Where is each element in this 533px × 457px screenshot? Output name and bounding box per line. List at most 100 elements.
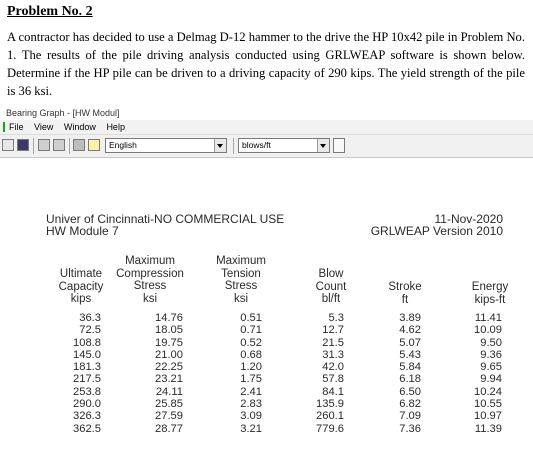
menu-window[interactable]: Window (64, 122, 96, 132)
chevron-down-icon[interactable] (317, 139, 329, 152)
menu-bar: File View Window Help (0, 120, 533, 135)
cell-compression-stress: 21.00 (155, 348, 183, 361)
cell-energy: 10.55 (474, 398, 502, 411)
cell-stroke: 6.18 (399, 373, 421, 386)
cell-energy: 10.09 (474, 324, 502, 337)
cell-blow-count: 42.0 (322, 361, 344, 374)
cell-tension-stress: 3.21 (240, 422, 262, 435)
cell-tension-stress: 0.71 (240, 324, 262, 337)
unit-system-value: English (109, 140, 137, 150)
cell-energy: 9.36 (480, 348, 502, 361)
toolbar: English blows/ft (0, 135, 533, 158)
cell-tension-stress: 0.51 (240, 312, 262, 324)
cell-energy: 10.97 (474, 410, 502, 423)
cell-capacity: 290.0 (73, 398, 101, 411)
cell-tension-stress: 0.52 (240, 336, 262, 349)
cell-compression-stress: 23.21 (155, 373, 183, 386)
cell-compression-stress: 22.25 (155, 361, 183, 374)
cell-tension-stress: 1.75 (240, 373, 262, 386)
blow-unit-value: blows/ft (242, 140, 271, 150)
cell-capacity: 36.3 (79, 312, 101, 324)
cell-stroke: 3.89 (399, 312, 421, 324)
menu-help[interactable]: Help (106, 122, 125, 132)
cell-capacity: 145.0 (73, 348, 101, 361)
cell-stroke: 5.84 (399, 361, 421, 374)
chevron-down-icon[interactable] (214, 139, 226, 152)
cell-compression-stress: 24.11 (155, 385, 183, 398)
cell-stroke: 6.50 (399, 385, 421, 398)
help-icon[interactable] (88, 139, 100, 151)
cell-energy: 10.24 (474, 385, 502, 398)
cell-capacity: 362.5 (73, 422, 101, 435)
unit-system-select[interactable]: English (105, 138, 227, 153)
cell-compression-stress: 18.05 (155, 324, 183, 337)
cell-stroke: 6.82 (399, 398, 421, 411)
col-header-blow-count: Blow Count bl/ft (315, 268, 347, 305)
cell-blow-count: 57.8 (322, 373, 344, 386)
menu-marker (3, 122, 5, 132)
cell-compression-stress: 28.77 (155, 422, 183, 435)
cell-blow-count: 260.1 (316, 410, 344, 423)
cell-compression-stress: 19.75 (155, 336, 183, 349)
cell-compression-stress: 14.76 (155, 312, 183, 324)
col-header-capacity: Ultimate Capacity kips (58, 268, 104, 305)
cell-compression-stress: 27.59 (155, 410, 183, 423)
cell-blow-count: 84.1 (322, 385, 344, 398)
cell-stroke: 7.36 (399, 422, 421, 435)
cell-blow-count: 21.5 (322, 336, 344, 349)
window-title: Bearing Graph - [HW Modul] (0, 106, 533, 120)
col-header-compression: Maximum Compression Stress ksi (116, 255, 184, 305)
column-compression-stress: 14.76 18.05 19.75 21.00 22.25 23.21 24.11 25.85… (123, 312, 183, 435)
column-tension-stress: 0.51 0.71 0.52 0.68 1.20 1.75 2.41 2.83 3.09 3.21 (202, 312, 262, 435)
cell-capacity: 108.8 (73, 336, 101, 349)
problem-title: Problem No. 2 (7, 4, 93, 19)
copy-icon[interactable] (38, 139, 50, 151)
new-icon[interactable] (2, 139, 14, 151)
cell-capacity: 253.8 (73, 385, 101, 398)
toolbar-empty-button[interactable] (333, 138, 345, 153)
cell-tension-stress: 2.41 (240, 385, 262, 398)
cell-stroke: 4.62 (399, 324, 421, 337)
report-module: HW Module 7 (46, 224, 119, 238)
cell-energy: 9.50 (480, 336, 502, 349)
menu-file[interactable]: File (9, 122, 24, 132)
cell-blow-count: 31.3 (322, 348, 344, 361)
cell-energy: 11.41 (474, 312, 502, 324)
cell-capacity: 217.5 (73, 373, 101, 386)
column-capacity: 36.3 72.5 108.8 145.0 181.3 217.5 253.8 290.0 32… (41, 312, 101, 435)
cell-blow-count: 779.6 (316, 422, 344, 435)
cell-blow-count: 5.3 (328, 312, 344, 324)
col-header-stroke: Stroke ft (388, 281, 422, 306)
cell-tension-stress: 3.09 (240, 410, 262, 423)
cell-energy: 11.39 (474, 422, 502, 435)
col-header-tension: Maximum Tension Stress ksi (216, 255, 266, 305)
cell-capacity: 181.3 (73, 361, 101, 374)
cell-energy: 9.65 (480, 361, 502, 374)
column-blow-count: 5.3 12.7 21.5 31.3 42.0 57.8 84.1 135.9 260.1 779… (284, 312, 344, 435)
cell-stroke: 7.09 (399, 410, 421, 423)
cell-capacity: 326.3 (73, 410, 101, 423)
paste-icon[interactable] (53, 139, 65, 151)
cell-capacity: 72.5 (79, 324, 101, 337)
cell-stroke: 5.43 (399, 348, 421, 361)
cell-tension-stress: 2.83 (240, 398, 262, 411)
cell-tension-stress: 1.20 (240, 361, 262, 374)
column-energy: 11.41 10.09 9.50 9.36 9.65 9.94 10.24 10.55 10.9… (442, 312, 502, 435)
column-stroke: 3.89 4.62 5.07 5.43 5.84 6.18 6.50 6.82 7.09 7.36 (361, 312, 421, 435)
report-software: GRLWEAP Version 2010 (370, 224, 503, 238)
col-header-energy: Energy kips-ft (471, 281, 509, 306)
menu-view[interactable]: View (34, 122, 53, 132)
grlweap-window: Bearing Graph - [HW Modul] File View Win… (0, 106, 533, 457)
cell-tension-stress: 0.68 (240, 348, 262, 361)
blow-unit-select[interactable]: blows/ft (238, 138, 330, 153)
save-icon[interactable] (17, 139, 29, 151)
problem-paragraph: A contractor has decided to use a Delmag… (7, 30, 525, 98)
cell-energy: 9.94 (480, 373, 502, 386)
cell-blow-count: 12.7 (322, 324, 344, 337)
print-icon[interactable] (73, 139, 85, 151)
cell-stroke: 5.07 (399, 336, 421, 349)
cell-compression-stress: 25.85 (155, 398, 183, 411)
cell-blow-count: 135.9 (316, 398, 344, 411)
bearing-graph-report: Univer of Cincinnati-NO COMMERCIAL USE H… (0, 172, 533, 457)
problem-statement: Problem No. 2 A contractor has decided t… (7, 4, 525, 100)
